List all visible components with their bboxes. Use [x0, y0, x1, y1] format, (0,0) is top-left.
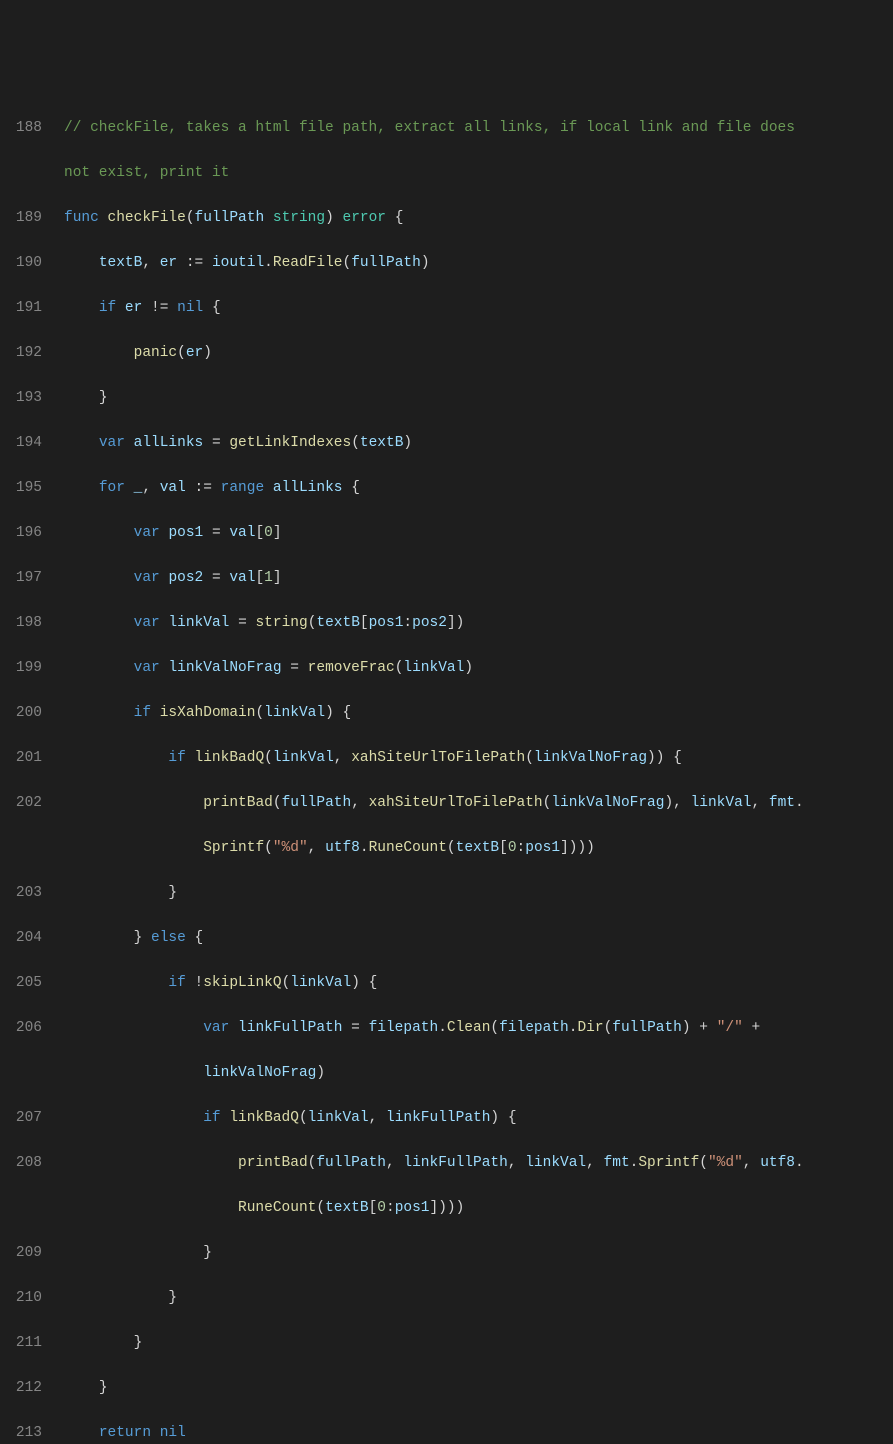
line-number: 204 [0, 927, 42, 950]
code-line[interactable]: } [64, 1377, 893, 1400]
code-line[interactable]: var linkVal = string(textB[pos1:pos2]) [64, 612, 893, 635]
line-number: 197 [0, 567, 42, 590]
line-number: 195 [0, 477, 42, 500]
line-number: 206 [0, 1017, 42, 1040]
code-line[interactable]: Sprintf("%d", utf8.RuneCount(textB[0:pos… [64, 837, 893, 860]
line-number: 191 [0, 297, 42, 320]
code-line[interactable]: if !skipLinkQ(linkVal) { [64, 972, 893, 995]
code-line[interactable]: linkValNoFrag) [64, 1062, 893, 1085]
code-line[interactable]: // checkFile, takes a html file path, ex… [64, 117, 893, 140]
line-number: 205 [0, 972, 42, 995]
code-line[interactable]: RuneCount(textB[0:pos1]))) [64, 1197, 893, 1220]
code-line[interactable]: } [64, 1332, 893, 1355]
line-number: 196 [0, 522, 42, 545]
code-line[interactable]: var linkValNoFrag = removeFrac(linkVal) [64, 657, 893, 680]
line-number: 203 [0, 882, 42, 905]
code-line[interactable]: } [64, 387, 893, 410]
code-line[interactable]: if linkBadQ(linkVal, xahSiteUrlToFilePat… [64, 747, 893, 770]
line-number: 190 [0, 252, 42, 275]
line-number: 193 [0, 387, 42, 410]
line-number [0, 1062, 42, 1085]
code-editor[interactable]: 188 189 190 191 192 193 194 195 196 197 … [0, 90, 893, 1444]
code-line[interactable]: printBad(fullPath, linkFullPath, linkVal… [64, 1152, 893, 1175]
line-number: 200 [0, 702, 42, 725]
code-line[interactable]: not exist, print it [64, 162, 893, 185]
code-line[interactable]: var pos2 = val[1] [64, 567, 893, 590]
line-number: 212 [0, 1377, 42, 1400]
line-number: 213 [0, 1422, 42, 1444]
line-number: 188 [0, 117, 42, 140]
line-number: 208 [0, 1152, 42, 1175]
code-line[interactable]: var linkFullPath = filepath.Clean(filepa… [64, 1017, 893, 1040]
line-number: 194 [0, 432, 42, 455]
line-number [0, 837, 42, 860]
code-line[interactable]: func checkFile(fullPath string) error { [64, 207, 893, 230]
line-number: 210 [0, 1287, 42, 1310]
line-number: 198 [0, 612, 42, 635]
line-number: 209 [0, 1242, 42, 1265]
code-line[interactable]: for _, val := range allLinks { [64, 477, 893, 500]
comment-text: not exist, print it [64, 165, 229, 181]
code-line[interactable]: } [64, 1287, 893, 1310]
code-line[interactable]: if isXahDomain(linkVal) { [64, 702, 893, 725]
line-number: 199 [0, 657, 42, 680]
code-line[interactable]: textB, er := ioutil.ReadFile(fullPath) [64, 252, 893, 275]
line-number [0, 1197, 42, 1220]
comment-text: // checkFile, takes a html file path, ex… [64, 120, 804, 136]
line-number: 201 [0, 747, 42, 770]
code-line[interactable]: printBad(fullPath, xahSiteUrlToFilePath(… [64, 792, 893, 815]
line-number: 207 [0, 1107, 42, 1130]
line-number: 189 [0, 207, 42, 230]
code-line[interactable]: } else { [64, 927, 893, 950]
line-number: 202 [0, 792, 42, 815]
code-line[interactable]: return nil [64, 1422, 893, 1444]
code-line[interactable]: if linkBadQ(linkVal, linkFullPath) { [64, 1107, 893, 1130]
code-line[interactable]: var allLinks = getLinkIndexes(textB) [64, 432, 893, 455]
line-number: 192 [0, 342, 42, 365]
code-line[interactable]: panic(er) [64, 342, 893, 365]
code-line[interactable]: } [64, 1242, 893, 1265]
code-line[interactable]: } [64, 882, 893, 905]
code-area[interactable]: // checkFile, takes a html file path, ex… [64, 90, 893, 1444]
code-line[interactable]: if er != nil { [64, 297, 893, 320]
code-line[interactable]: var pos1 = val[0] [64, 522, 893, 545]
line-number-gutter: 188 189 190 191 192 193 194 195 196 197 … [0, 90, 64, 1444]
line-number: 211 [0, 1332, 42, 1355]
